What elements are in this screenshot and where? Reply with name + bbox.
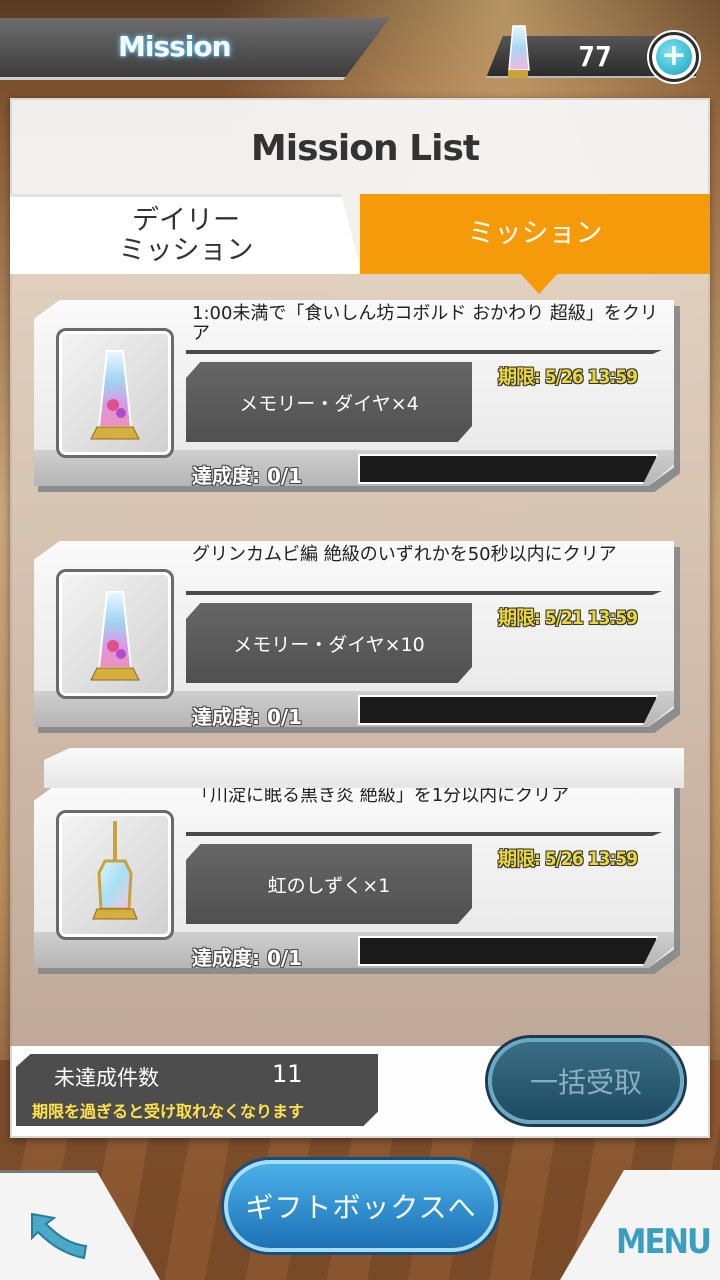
unachieved-count-value: 11 — [272, 1060, 303, 1088]
deadline-label: 期限: 5/21 13:59 — [498, 607, 638, 629]
reward-icon-frame — [56, 569, 174, 699]
memory-diamond-icon — [90, 350, 140, 440]
reward-label: メモリー・ダイヤ×10 — [186, 603, 472, 683]
mission-card[interactable]: 「川淀に眠る黒き炎 絶級」を1分以内にクリア 虹のしずく×1 期限: 5/26 … — [34, 782, 680, 974]
reward-icon-frame — [56, 328, 174, 458]
bulk-receive-label: 一括受取 — [529, 1066, 642, 1099]
bulk-receive-button[interactable]: 一括受取 — [488, 1038, 684, 1124]
gift-box-label: ギフトボックスへ — [245, 1191, 477, 1224]
progress-label: 達成度: 0/1 — [192, 946, 303, 970]
memory-diamond-icon — [508, 25, 530, 78]
add-currency-button[interactable]: + — [649, 32, 699, 82]
progress-bar — [358, 454, 658, 484]
memory-diamond-icon — [90, 591, 140, 681]
screen-title: Mission — [118, 30, 232, 63]
deadline-label: 期限: 5/26 13:59 — [498, 366, 638, 388]
reward-icon-frame — [56, 810, 174, 940]
menu-button[interactable]: MENU — [616, 1222, 712, 1262]
mission-card-partial[interactable] — [44, 748, 684, 788]
unachieved-count-label: 未達成件数 — [54, 1066, 159, 1090]
panel-title: Mission List — [250, 128, 480, 169]
back-arrow-icon[interactable] — [24, 1206, 94, 1266]
expiry-warning: 期限を過ぎると受け取れなくなります — [32, 1102, 305, 1121]
mission-card[interactable]: 1:00未満で「食いしん坊コボルド おかわり 超級」をクリア メモリー・ダイヤ×… — [34, 300, 680, 492]
progress-label: 達成度: 0/1 — [192, 464, 303, 488]
mission-card[interactable]: グリンカムビ編 絶級のいずれかを50秒以内にクリア メモリー・ダイヤ×10 期限… — [34, 541, 680, 733]
tab-daily-mission[interactable]: デイリー ミッション — [10, 194, 362, 274]
progress-label: 達成度: 0/1 — [192, 705, 303, 729]
tab-daily-label: デイリー ミッション — [118, 204, 254, 266]
rainbow-drop-bottle-icon — [92, 821, 138, 920]
tab-mission-label: ミッション — [467, 218, 603, 249]
mission-title: 「川淀に眠る黒き炎 絶級」を1分以内にクリア — [192, 785, 570, 806]
reward-label: 虹のしずく×1 — [186, 844, 472, 924]
title-divider — [186, 832, 662, 836]
plus-icon: + — [656, 39, 692, 75]
reward-label: メモリー・ダイヤ×4 — [186, 362, 472, 442]
active-tab-pointer — [519, 272, 559, 294]
mission-title: 1:00未満で「食いしん坊コボルド おかわり 超級」をクリア — [192, 303, 658, 344]
title-divider — [186, 350, 662, 354]
title-divider — [186, 591, 662, 595]
tab-mission[interactable]: ミッション — [360, 194, 710, 274]
progress-bar — [358, 936, 658, 966]
gift-box-button[interactable]: ギフトボックスへ — [224, 1160, 498, 1252]
deadline-label: 期限: 5/26 13:59 — [498, 848, 638, 870]
progress-bar — [358, 695, 658, 725]
currency-value: 77 — [578, 40, 612, 73]
mission-title: グリンカムビ編 絶級のいずれかを50秒以内にクリア — [192, 544, 617, 565]
